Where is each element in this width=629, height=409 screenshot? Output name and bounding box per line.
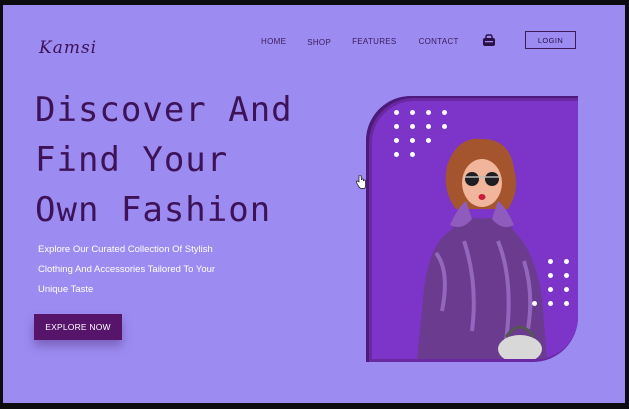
description-line-2: Clothing And Accessories Tailored To You… — [38, 264, 216, 275]
brand-logo[interactable]: Kamsi — [39, 38, 97, 58]
hero-description: Explore Our Curated Collection Of Stylis… — [38, 240, 215, 300]
landing-page: Kamsi HOME SHOP FEATURES CONTACT LOGIN D… — [3, 5, 625, 403]
nav-contact[interactable]: CONTACT — [419, 37, 459, 47]
main-nav: HOME SHOP FEATURES CONTACT — [261, 37, 459, 47]
headline-line-3: Own Fashion — [35, 190, 272, 230]
headline-line-2: Find Your — [35, 140, 229, 180]
hero-headline: Discover And Find Your Own Fashion — [35, 85, 293, 235]
description-line-1: Explore Our Curated Collection Of Stylis… — [38, 244, 213, 255]
description-line-3: Unique Taste — [38, 284, 94, 295]
hero-image — [372, 101, 578, 359]
explore-now-button[interactable]: EXPLORE NOW — [34, 314, 122, 340]
nav-features[interactable]: FEATURES — [352, 37, 396, 47]
hand-pointer-icon — [356, 174, 366, 189]
fashion-model-illustration — [417, 138, 547, 359]
nav-home[interactable]: HOME — [261, 37, 286, 47]
cart-icon[interactable] — [482, 34, 496, 48]
nav-shop[interactable]: SHOP — [307, 38, 331, 47]
login-button[interactable]: LOGIN — [525, 31, 576, 49]
headline-line-1: Discover And — [35, 90, 293, 130]
